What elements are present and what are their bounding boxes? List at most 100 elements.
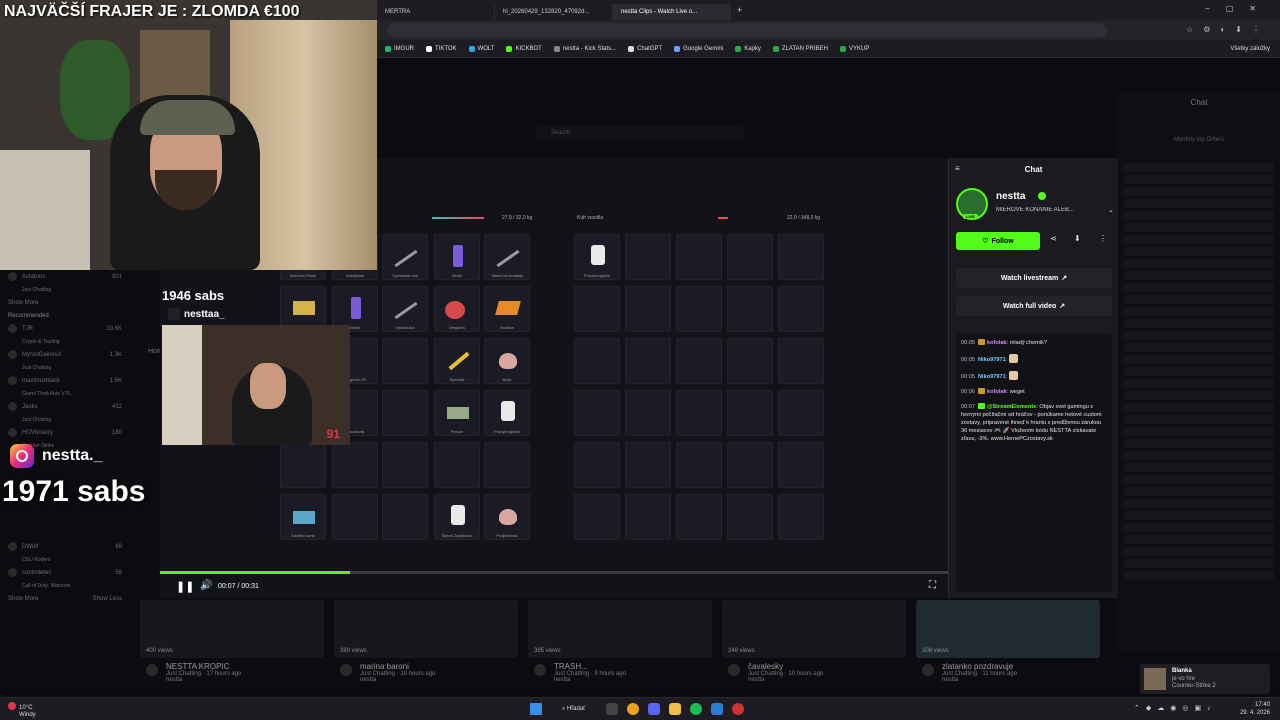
clip-thumbnail[interactable]: 389 views xyxy=(334,600,518,658)
sidebar-item[interactable]: Astatoos 901 xyxy=(0,270,130,283)
bookmark-chatgpt[interactable]: ChatGPT xyxy=(628,45,662,52)
taskbar-search[interactable]: ⌕ Hľadať xyxy=(552,702,598,716)
seek-bar[interactable] xyxy=(160,571,950,574)
window-controls[interactable]: –▢✕ xyxy=(1205,4,1272,13)
tab-mertra[interactable]: MERTRA xyxy=(377,4,495,20)
streamer-name[interactable]: nestta xyxy=(996,191,1025,202)
clip-card[interactable]: marina baroni Just Chatting · 10 hours ag… xyxy=(334,662,518,683)
trunk-slot[interactable] xyxy=(574,338,620,384)
trunk-slot[interactable] xyxy=(727,442,773,488)
follow-button[interactable]: ♡ Follow xyxy=(956,232,1040,250)
inventory-slot[interactable]: Brýle xyxy=(484,338,530,384)
inventory-slot[interactable] xyxy=(382,494,428,540)
trunk-slot[interactable] xyxy=(625,390,671,436)
bookmark-gemini[interactable]: Google Gemini xyxy=(674,45,723,52)
tab-file[interactable]: hl_20260429_132820_47092d... xyxy=(495,4,613,20)
inventory-slot[interactable] xyxy=(332,494,378,540)
sidebar-item[interactable]: controletec 58 xyxy=(0,566,130,579)
msg-user[interactable]: @StreamElements xyxy=(987,404,1036,410)
chevron-down-icon[interactable]: ⌄ xyxy=(1108,206,1114,214)
inventory-slot[interactable] xyxy=(484,442,530,488)
trunk-slot[interactable] xyxy=(676,234,722,280)
trunk-slot[interactable] xyxy=(778,234,824,280)
trunk-slot[interactable] xyxy=(727,286,773,332)
inventory-slot[interactable]: Krabice xyxy=(484,286,530,332)
inventory-slot[interactable]: Zvláštní karta xyxy=(280,494,326,540)
trunk-slot[interactable]: Propylenglykol xyxy=(574,234,620,280)
download-icon[interactable]: ⬇ xyxy=(1074,234,1081,243)
trunk-slot[interactable] xyxy=(625,234,671,280)
bookmark-tiktok[interactable]: TIKTOK xyxy=(426,45,457,52)
inventory-slot[interactable] xyxy=(382,390,428,436)
trunk-slot[interactable] xyxy=(574,390,620,436)
trunk-slot[interactable] xyxy=(676,494,722,540)
task-view-icon[interactable] xyxy=(606,703,618,715)
inventory-slot[interactable] xyxy=(280,442,326,488)
sidebar-item[interactable]: Jaoks 432 xyxy=(0,400,130,413)
sidebar-item[interactable]: maximuxblack 1.6K xyxy=(0,374,130,387)
clip-card[interactable]: zlatanko pozdravuje Just Chatting · 11 ho… xyxy=(916,662,1100,683)
trunk-slot[interactable] xyxy=(676,338,722,384)
friend-notification[interactable]: Blanka je vo hre Counter-Strike 2 xyxy=(1140,664,1270,694)
bookmark-imgur[interactable]: IMGUR xyxy=(385,45,414,52)
all-bookmarks[interactable]: Všetky záložky xyxy=(1230,46,1270,52)
tab-nestta-clips[interactable]: nestta Clips - Watch Live o... xyxy=(613,4,731,20)
inventory-slot[interactable]: Vysielačka xyxy=(382,286,428,332)
explorer-icon[interactable] xyxy=(669,703,681,715)
bookmark-kapky[interactable]: Kapky xyxy=(735,45,761,52)
trunk-slot[interactable] xyxy=(574,494,620,540)
trunk-slot[interactable] xyxy=(625,338,671,384)
trunk-slot[interactable] xyxy=(676,286,722,332)
trunk-slot[interactable] xyxy=(727,234,773,280)
bookmark-vykup[interactable]: VYKUP xyxy=(840,45,869,52)
trunk-slot[interactable] xyxy=(676,390,722,436)
inventory-slot[interactable]: Tablet na kontakty xyxy=(484,234,530,280)
show-less-link[interactable]: Show More Show Less xyxy=(0,592,130,605)
show-more-link[interactable]: Show More xyxy=(0,296,130,309)
clip-thumbnail[interactable]: 385 views xyxy=(528,600,712,658)
trunk-slot[interactable] xyxy=(574,286,620,332)
toolbar-icons[interactable]: ☆⚙◐⬇⋮ xyxy=(1186,25,1270,34)
inventory-slot[interactable] xyxy=(332,442,378,488)
clock[interactable]: 17:40 29. 4. 2026 xyxy=(1240,701,1270,717)
trunk-slot[interactable] xyxy=(778,390,824,436)
trunk-slot[interactable] xyxy=(778,442,824,488)
inventory-slot[interactable]: Vysielacia náš xyxy=(382,234,428,280)
inventory-slot[interactable] xyxy=(434,442,480,488)
msg-user[interactable]: Niko97971 xyxy=(978,357,1006,363)
bookmark-kickstats[interactable]: nestta - Kick Stats... xyxy=(553,45,616,52)
fullscreen-icon[interactable]: ⛶ xyxy=(929,580,936,591)
inventory-slot[interactable]: Stepni Zapalovač xyxy=(434,494,480,540)
sidebar-item[interactable]: DWolf 69 xyxy=(0,540,130,553)
search-input[interactable]: Search xyxy=(535,126,745,141)
trunk-slot[interactable] xyxy=(625,286,671,332)
spotify-icon[interactable] xyxy=(690,703,702,715)
trunk-slot[interactable] xyxy=(778,338,824,384)
bookmark-wolt[interactable]: WOLT xyxy=(468,45,494,52)
inventory-slot[interactable]: Podprsenka xyxy=(484,494,530,540)
bookmark-zlatan[interactable]: ZLATAN PRIBEH xyxy=(772,45,828,52)
inventory-slot[interactable]: Šperhák xyxy=(434,338,480,384)
pause-icon[interactable]: ❚❚ xyxy=(176,580,194,593)
chrome-icon[interactable] xyxy=(627,703,639,715)
msg-user[interactable]: kofolak xyxy=(987,340,1007,346)
trunk-slot[interactable] xyxy=(727,338,773,384)
inventory-slot[interactable]: Propylenglykol xyxy=(484,390,530,436)
trunk-slot[interactable] xyxy=(676,442,722,488)
trunk-slot[interactable] xyxy=(778,494,824,540)
sidebar-item[interactable]: MyronGainesX 1.3K xyxy=(0,348,130,361)
discord-icon[interactable] xyxy=(648,703,660,715)
bookmark-kickbot[interactable]: KICKBOT xyxy=(506,45,542,52)
obs-icon[interactable] xyxy=(732,703,744,715)
sidebar-item[interactable]: HOVbreezy 180 xyxy=(0,426,130,439)
inventory-slot[interactable] xyxy=(382,338,428,384)
trunk-slot[interactable] xyxy=(727,390,773,436)
weather-widget[interactable]: 10°C Windy xyxy=(8,702,36,719)
watch-livestream-button[interactable]: Watch livestream ↗ xyxy=(956,268,1112,288)
url-input[interactable] xyxy=(387,23,1107,37)
clip-card[interactable]: NESTTA KROPIC Just Chatting · 17 hours ag… xyxy=(140,662,324,683)
clip-thumbnail[interactable]: 308 views xyxy=(916,600,1100,658)
trunk-slot[interactable] xyxy=(778,286,824,332)
share-icon[interactable]: ⋖ xyxy=(1050,234,1057,243)
msg-user[interactable]: Niko97971 xyxy=(978,374,1006,380)
